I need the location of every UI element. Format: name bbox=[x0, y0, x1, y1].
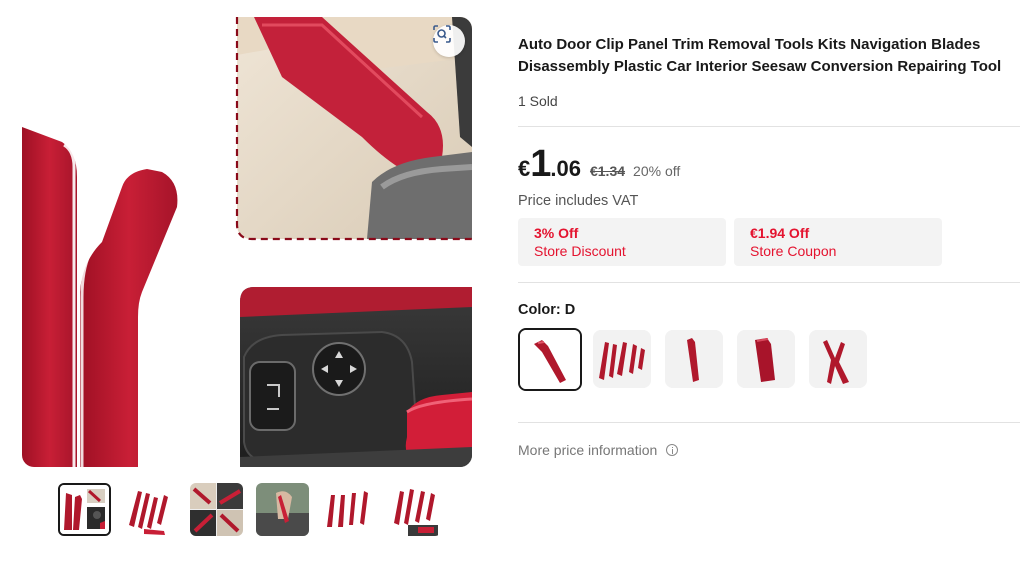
original-price: €1.34 bbox=[589, 163, 626, 179]
more-price-info-label: More price information bbox=[518, 442, 658, 458]
color-swatch-4[interactable] bbox=[737, 330, 795, 388]
divider bbox=[518, 126, 1020, 127]
thumbnail-4[interactable] bbox=[256, 483, 309, 536]
scan-zoom-icon bbox=[433, 25, 451, 43]
store-coupon-badge[interactable]: €1.94 Off Store Coupon bbox=[734, 218, 942, 266]
color-swatch-d[interactable] bbox=[518, 328, 582, 391]
vat-note: Price includes VAT bbox=[518, 193, 639, 209]
divider bbox=[518, 282, 1020, 283]
discount-percent: 20% off bbox=[633, 163, 681, 179]
image-zoom-button[interactable] bbox=[433, 25, 465, 57]
price-currency: € bbox=[518, 156, 531, 181]
sold-count: 1 Sold bbox=[518, 93, 558, 109]
thumbnail-6[interactable] bbox=[388, 483, 441, 536]
color-label: Color: D bbox=[518, 302, 576, 318]
promo-label: Store Discount bbox=[534, 243, 626, 259]
divider bbox=[518, 422, 1020, 423]
thumbnail-3[interactable] bbox=[190, 483, 243, 536]
store-discount-badge[interactable]: 3% Off Store Discount bbox=[518, 218, 726, 266]
promo-amount: 3% Off bbox=[534, 225, 579, 241]
price-decimal: .06 bbox=[550, 156, 581, 181]
thumbnail-2[interactable] bbox=[124, 483, 177, 536]
promo-amount: €1.94 Off bbox=[750, 225, 810, 241]
color-swatch-3[interactable] bbox=[665, 330, 723, 388]
thumbnail-5[interactable] bbox=[322, 483, 375, 536]
main-product-image[interactable] bbox=[22, 17, 472, 467]
more-price-info-link[interactable]: More price information bbox=[518, 442, 679, 458]
thumbnail-1[interactable] bbox=[58, 483, 111, 536]
promo-label: Store Coupon bbox=[750, 243, 837, 259]
product-photo-collage bbox=[22, 17, 472, 467]
color-swatch-5[interactable] bbox=[809, 330, 867, 388]
price-block: € 1 .06 €1.34 20% off bbox=[518, 143, 681, 185]
product-title: Auto Door Clip Panel Trim Removal Tools … bbox=[518, 36, 1002, 75]
color-swatch-2[interactable] bbox=[593, 330, 651, 388]
info-icon bbox=[666, 444, 679, 456]
price-integer: 1 bbox=[530, 143, 551, 185]
